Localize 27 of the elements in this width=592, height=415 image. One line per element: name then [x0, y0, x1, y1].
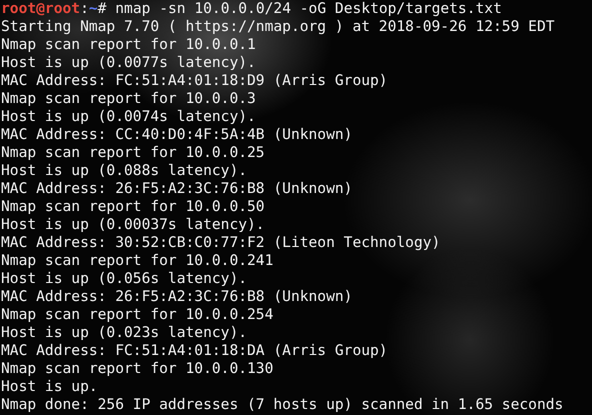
- output-line: MAC Address: 26:F5:A2:3C:76:B8 (Unknown): [1, 288, 352, 306]
- output-line: Nmap scan report for 10.0.0.254: [1, 306, 274, 324]
- prompt-path: ~: [88, 0, 98, 17]
- output-line: Nmap scan report for 10.0.0.25: [1, 144, 265, 162]
- output-line: Host is up (0.088s latency).: [1, 162, 248, 180]
- prompt-symbol: #: [98, 0, 106, 17]
- prompt-user: root@root: [1, 0, 80, 17]
- prompt-separator: :: [80, 0, 89, 17]
- output-line: Host is up (0.0077s latency).: [1, 54, 256, 72]
- output-line: Nmap done: 256 IP addresses (7 hosts up) scanned in 1.65 seconds: [1, 396, 564, 414]
- output-line: Host is up (0.0074s latency).: [1, 108, 256, 126]
- output-line: Host is up.: [1, 378, 98, 396]
- output-line: Host is up (0.056s latency).: [1, 270, 248, 288]
- output-line: Host is up (0.00037s latency).: [1, 216, 265, 234]
- output-line: Starting Nmap 7.70 ( https://nmap.org ) at 2018-09-26 12:59 EDT: [1, 18, 555, 36]
- output-line: MAC Address: CC:40:D0:4F:5A:4B (Unknown): [1, 126, 352, 144]
- output-line: Nmap scan report for 10.0.0.241: [1, 252, 274, 270]
- output-line: MAC Address: 30:52:CB:C0:77:F2 (Liteon Technology): [1, 234, 440, 252]
- command-text: nmap -sn 10.0.0.0/24 -oG Desktop/targets.txt: [115, 0, 502, 17]
- output-line: Nmap scan report for 10.0.0.1: [1, 36, 256, 54]
- output-line: Nmap scan report for 10.0.0.3: [1, 90, 256, 108]
- output-line: MAC Address: 26:F5:A2:3C:76:B8 (Unknown): [1, 180, 352, 198]
- output-line: Nmap scan report for 10.0.0.130: [1, 360, 274, 378]
- output-line: Host is up (0.023s latency).: [1, 324, 248, 342]
- output-line: MAC Address: FC:51:A4:01:18:D9 (Arris Group): [1, 72, 388, 90]
- output-line: Nmap scan report for 10.0.0.50: [1, 198, 265, 216]
- output-line: MAC Address: FC:51:A4:01:18:DA (Arris Group): [1, 342, 388, 360]
